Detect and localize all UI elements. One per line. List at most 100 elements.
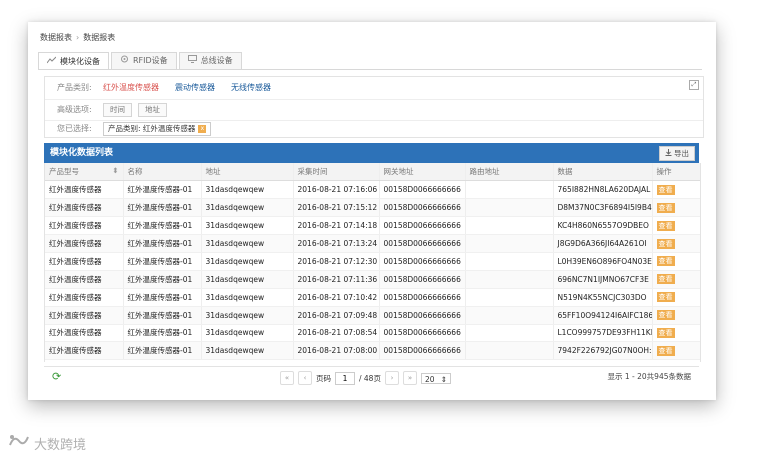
table-cell: 红外温度传感器-01 bbox=[123, 341, 202, 361]
table-cell: 765I882HN8LA620DAJAL bbox=[553, 180, 653, 200]
advanced-option-address[interactable]: 地址 bbox=[138, 103, 167, 117]
column-header-gateway[interactable]: 网关地址 bbox=[379, 163, 466, 182]
table-cell: 31dasdqewqew bbox=[201, 252, 294, 271]
export-button[interactable]: 导出 bbox=[659, 146, 695, 161]
table-cell: 2016-08-21 07:13:24 bbox=[293, 234, 380, 253]
breadcrumb: 数据报表 › 数据报表 bbox=[40, 31, 115, 45]
table-cell: 2016-08-21 07:11:36 bbox=[293, 270, 380, 289]
page-number-input[interactable] bbox=[335, 371, 355, 385]
category-option-vibration[interactable]: 震动传感器 bbox=[175, 80, 215, 96]
view-button[interactable]: 查看 bbox=[656, 202, 675, 213]
page-size-select[interactable]: 20 ⇕ bbox=[420, 372, 451, 384]
table-cell: N519N4K55NCJC303DO bbox=[553, 288, 653, 307]
tab-bus-devices[interactable]: 总线设备 bbox=[178, 52, 242, 69]
table-cell: 00158D0066666666 bbox=[379, 198, 466, 218]
column-header-data[interactable]: 数据 bbox=[553, 163, 653, 182]
table-cell: 2016-08-21 07:10:42 bbox=[293, 288, 380, 307]
category-option-infrared[interactable]: 红外温度传感器 bbox=[103, 80, 159, 96]
table-cell: 65FF10O94124I6AIFC186 bbox=[553, 306, 653, 325]
expand-icon[interactable]: ⤢ bbox=[689, 80, 699, 90]
table-cell: 红外温度传感器-01 bbox=[123, 216, 202, 236]
table-cell: 00158D0066666666 bbox=[379, 306, 466, 325]
list-header: 模块化数据列表 导出 bbox=[44, 143, 699, 163]
view-button[interactable]: 查看 bbox=[656, 345, 675, 356]
table-cell: 红外温度传感器-01 bbox=[123, 198, 202, 218]
view-button[interactable]: 查看 bbox=[656, 256, 675, 267]
table-row: 红外温度传感器 红外温度传感器-01 31dasdqewqew 2016-08-21 … bbox=[45, 306, 700, 325]
first-page-button[interactable]: « bbox=[280, 371, 294, 385]
table-cell: 696NC7N1IJMNO67CF3E bbox=[553, 270, 653, 289]
list-title: 模块化数据列表 bbox=[50, 148, 114, 158]
advanced-label: 高级选项: bbox=[57, 105, 92, 114]
table-cell: 31dasdqewqew bbox=[201, 180, 294, 200]
view-button[interactable]: 查看 bbox=[656, 292, 675, 303]
table-cell: KC4H860N6557O9DBEO bbox=[553, 216, 653, 236]
selected-filter-chip: 产品类别: 红外温度传感器 x bbox=[103, 122, 212, 136]
table-cell: 2016-08-21 07:08:00 bbox=[293, 341, 380, 361]
column-header-model[interactable]: 产品型号 ⬍ bbox=[45, 163, 124, 182]
table-cell: 2016-08-21 07:12:30 bbox=[293, 252, 380, 271]
column-header-name[interactable]: 名称 bbox=[123, 163, 202, 182]
data-table: 产品型号 ⬍ 名称 地址 采集时间 网关地址 路由地址 数据 操作 红外温度传感器… bbox=[45, 163, 700, 361]
filter-divider bbox=[45, 99, 703, 100]
selected-label: 您已选择: bbox=[57, 124, 92, 133]
category-option-wireless[interactable]: 无线传感器 bbox=[231, 80, 271, 96]
total-pages: / 48页 bbox=[359, 373, 381, 383]
table-cell: 红外温度传感器 bbox=[45, 216, 124, 236]
table-cell: 2016-08-21 07:08:54 bbox=[293, 324, 380, 343]
selected-filter-row: 您已选择: 产品类别: 红外温度传感器 x bbox=[45, 121, 212, 137]
table-cell bbox=[465, 324, 554, 343]
view-button[interactable]: 查看 bbox=[656, 274, 675, 285]
view-button[interactable]: 查看 bbox=[656, 220, 675, 231]
table-body: 红外温度传感器 红外温度传感器-01 31dasdqewqew 2016-08-21 … bbox=[45, 180, 700, 361]
table-row: 红外温度传感器 红外温度传感器-01 31dasdqewqew 2016-08-21 … bbox=[45, 216, 700, 236]
table-cell: 2016-08-21 07:14:18 bbox=[293, 216, 380, 236]
table-cell: 红外温度传感器 bbox=[45, 270, 124, 289]
table-cell: 31dasdqewqew bbox=[201, 198, 294, 218]
table-row: 红外温度传感器 红外温度传感器-01 31dasdqewqew 2016-08-21 … bbox=[45, 288, 700, 307]
table-cell: 31dasdqewqew bbox=[201, 324, 294, 343]
column-header-time[interactable]: 采集时间 bbox=[293, 163, 380, 182]
prev-page-button[interactable]: ‹ bbox=[298, 371, 312, 385]
remove-filter-icon[interactable]: x bbox=[198, 125, 207, 133]
table-cell bbox=[465, 341, 554, 361]
view-button[interactable]: 查看 bbox=[656, 310, 675, 321]
advanced-option-time[interactable]: 时间 bbox=[103, 103, 132, 117]
next-page-button[interactable]: › bbox=[384, 371, 399, 385]
table-cell: 红外温度传感器-01 bbox=[123, 306, 202, 325]
column-header-route[interactable]: 路由地址 bbox=[465, 163, 554, 182]
refresh-icon[interactable]: ⟳ bbox=[52, 371, 61, 383]
last-page-button[interactable]: » bbox=[402, 371, 417, 385]
tab-label: 模块化设备 bbox=[60, 56, 100, 66]
table-cell: 查看 bbox=[652, 180, 700, 200]
breadcrumb-item-reports[interactable]: 数据报表 bbox=[40, 33, 72, 42]
tab-module-devices[interactable]: 模块化设备 bbox=[38, 52, 109, 70]
table-cell: 00158D0066666666 bbox=[379, 180, 466, 200]
column-header-address[interactable]: 地址 bbox=[201, 163, 294, 182]
table-cell: 查看 bbox=[652, 306, 700, 325]
table-cell: 31dasdqewqew bbox=[201, 306, 294, 325]
table-cell: 00158D0066666666 bbox=[379, 288, 466, 307]
view-button[interactable]: 查看 bbox=[656, 327, 675, 338]
table-header-row: 产品型号 ⬍ 名称 地址 采集时间 网关地址 路由地址 数据 操作 bbox=[45, 163, 700, 182]
table-cell: 2016-08-21 07:15:12 bbox=[293, 198, 380, 218]
table-cell: 查看 bbox=[652, 252, 700, 271]
tab-rfid-devices[interactable]: RFID设备 bbox=[111, 52, 177, 69]
table-cell: 红外温度传感器 bbox=[45, 288, 124, 307]
table-cell: 红外温度传感器-01 bbox=[123, 270, 202, 289]
advanced-filter-row: 高级选项: 时间 地址 bbox=[45, 102, 173, 118]
page-label: 页码 bbox=[316, 373, 331, 383]
table-row: 红外温度传感器 红外温度传感器-01 31dasdqewqew 2016-08-21 … bbox=[45, 198, 700, 218]
view-button[interactable]: 查看 bbox=[656, 238, 675, 249]
view-button[interactable]: 查看 bbox=[656, 184, 675, 195]
table-cell: 红外温度传感器-01 bbox=[123, 288, 202, 307]
sort-icon[interactable]: ⬍ bbox=[112, 166, 118, 175]
table-cell: 红外温度传感器-01 bbox=[123, 180, 202, 200]
table-cell: 00158D0066666666 bbox=[379, 324, 466, 343]
table-row: 红外温度传感器 红外温度传感器-01 31dasdqewqew 2016-08-21 … bbox=[45, 234, 700, 253]
table-cell: 31dasdqewqew bbox=[201, 234, 294, 253]
page-size-value: 20 bbox=[424, 374, 435, 384]
table-cell: 红外温度传感器 bbox=[45, 180, 124, 200]
table-cell: 红外温度传感器 bbox=[45, 234, 124, 253]
tab-label: 总线设备 bbox=[200, 56, 233, 65]
